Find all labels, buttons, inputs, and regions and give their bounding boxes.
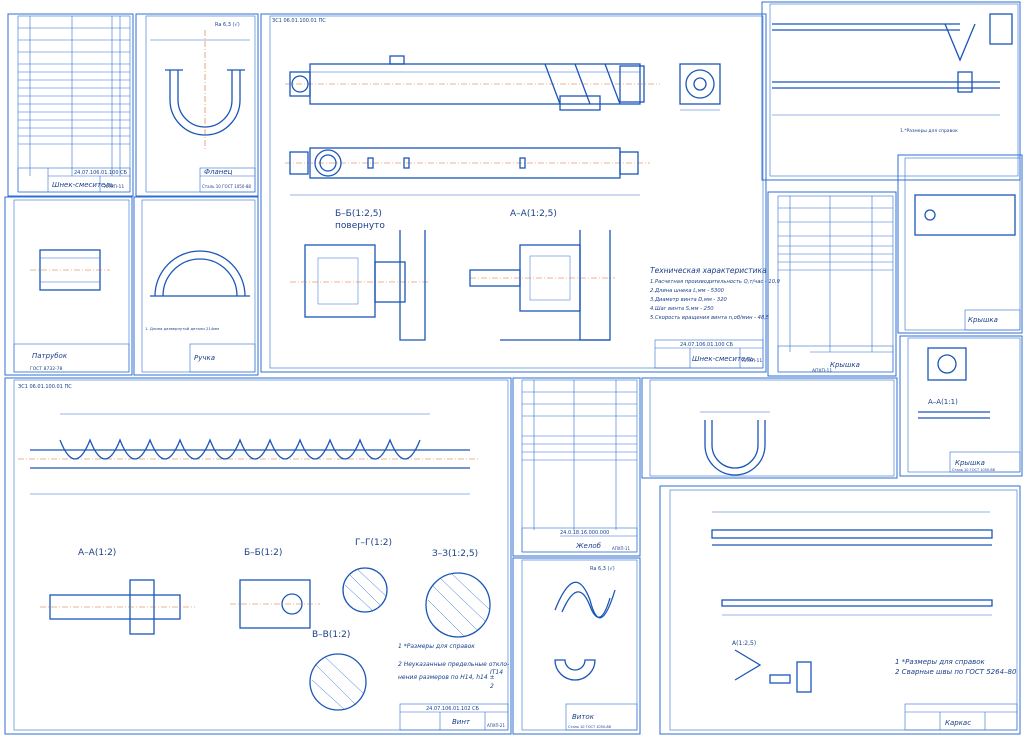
- tech-line-2: 2.Длина шнека L,мм - 5300: [650, 288, 725, 294]
- screw-title: Винт: [452, 718, 471, 726]
- carcass-note-2: 2 Сварные швы по ГОСТ 5264–80: [895, 668, 1017, 676]
- trough-code: 24.0.18.16.000.000: [560, 530, 609, 536]
- carcass-title: Каркас: [945, 719, 971, 727]
- frame-right-note: 1.*Размеры для справок: [900, 128, 958, 134]
- tech-title: Техническая характеристика: [650, 266, 767, 275]
- screw-note-2: 2 Неуказанные предельные откло-: [398, 661, 509, 668]
- carcass-section: А(1:2,5): [732, 640, 756, 647]
- flange-roughness: Ra 6,3 (√): [215, 22, 240, 28]
- spec-sheet-trough: 24.0.18.16.000.000 Желоб АПХП-11: [512, 377, 641, 557]
- tech-line-5: 5.Скорость вращения винта n,об/мин - 48,…: [650, 315, 770, 321]
- cover-sheet-title: Крышка: [968, 316, 998, 324]
- tech-line-4: 4.Шаг винта S,мм - 250: [650, 306, 714, 312]
- sheet-frame-top-right: 1.*Размеры для справок: [761, 1, 1021, 181]
- tech-line-1: 1.Расчетная производительность Q,т/час -…: [650, 279, 780, 285]
- trough-title: Желоб: [575, 542, 602, 550]
- sheet-trough-drawing: [641, 377, 898, 479]
- trough-group: АПХП-11: [612, 546, 630, 551]
- handle-title: Ручка: [194, 354, 215, 362]
- handle-note: 1. Длина развернутой детали 214мм: [145, 326, 219, 331]
- assembly-code: 24.07.106.01.100 СБ: [680, 342, 734, 348]
- sheet-cover-detail: А–А(1:1) Крышка Сталь 10 ГОСТ 1050-88: [899, 335, 1023, 477]
- screw-section-gg: Г–Г(1:2): [355, 538, 392, 548]
- section-bb-label: Б–Б(1:2,5): [335, 209, 382, 219]
- sheet-carcass: А(1:2,5) 1 *Размеры для справок 2 Сварны…: [659, 485, 1021, 735]
- screw-section-bb: Б–Б(1:2): [244, 548, 282, 558]
- pipe-standard: ГОСТ 8732-78: [30, 366, 63, 372]
- screw-note-4: IT14: [490, 669, 503, 676]
- coil-roughness: Ra 6,3 (√): [590, 566, 615, 572]
- cover-spec-title: Крышка: [830, 361, 860, 369]
- tech-line-3: 3.Диаметр винта D,мм - 320: [650, 297, 728, 303]
- sheet-cover: Крышка: [897, 154, 1023, 334]
- pipe-title: Патрубок: [32, 352, 68, 360]
- sheet-pipe: Патрубок ГОСТ 8732-78: [4, 196, 133, 376]
- screw-note-5: 2: [490, 683, 494, 690]
- coil-material: Сталь 10 ГОСТ 1050-88: [568, 725, 611, 729]
- cover-material: Сталь 10 ГОСТ 1050-88: [952, 468, 995, 472]
- section-bb-note: повернуто: [335, 221, 385, 231]
- assembly-stamp: ЗС1 06.01.100.01 ПС: [272, 18, 326, 24]
- sheet-main-assembly: ЗС1 06.01.100.01 ПС Б–Б(1:2,5) повернуто: [260, 13, 780, 373]
- spec-sheet-auger-mixer: 24.07.106.01.100 СБ Шнек-смеситель АПХП-…: [7, 13, 134, 197]
- flange-title: Фланец: [204, 168, 233, 176]
- spec-code: 24.07.106.01.100 СБ: [74, 170, 128, 176]
- screw-section-zz: З–З(1:2,5): [432, 549, 478, 559]
- screw-section-vv: В–В(1:2): [312, 630, 350, 640]
- drawing-sheet: 24.07.106.01.100 СБ Шнек-смеситель АПХП-…: [4, 1, 1023, 735]
- carcass-note-1: 1 *Размеры для справок: [895, 658, 986, 666]
- cover-spec-group: АПХП-11: [812, 368, 832, 374]
- screw-group: АПХП-21: [487, 723, 505, 728]
- cover-title: Крышка: [955, 459, 985, 467]
- screw-stamp: ЗС1 06.01.100.01 ПС: [18, 384, 72, 390]
- sheet-flange: Ra 6,3 (√) Фланец Сталь 10 ГОСТ 1050-88: [135, 13, 259, 197]
- assembly-group: АПХП-11: [742, 358, 762, 364]
- section-aa-label: А–А(1:2,5): [510, 209, 557, 219]
- cover-section-label: А–А(1:1): [928, 398, 958, 406]
- flange-material: Сталь 10 ГОСТ 1050-88: [202, 184, 251, 189]
- sheet-coil: Виток Сталь 10 ГОСТ 1050-88 Ra 6,3 (√): [512, 557, 641, 735]
- spec-sheet-cover: Крышка АПХП-11: [767, 191, 897, 377]
- sheet-handle: 1. Длина развернутой детали 214мм Ручка: [133, 196, 259, 376]
- screw-note-3: нения размеров по H14, h14 ±: [398, 674, 495, 681]
- coil-title: Виток: [572, 713, 595, 721]
- spec-group: АПХП-11: [104, 184, 124, 190]
- screw-section-aa: А–А(1:2): [78, 548, 116, 558]
- screw-code: 24.07.106.01.102 СБ: [426, 706, 480, 712]
- sheet-screw: ЗС1 06.01.100.01 ПС А–А(1:2) Б–Б(1:2) Г–…: [4, 377, 512, 735]
- screw-note-1: 1 *Размеры для справок: [398, 643, 475, 650]
